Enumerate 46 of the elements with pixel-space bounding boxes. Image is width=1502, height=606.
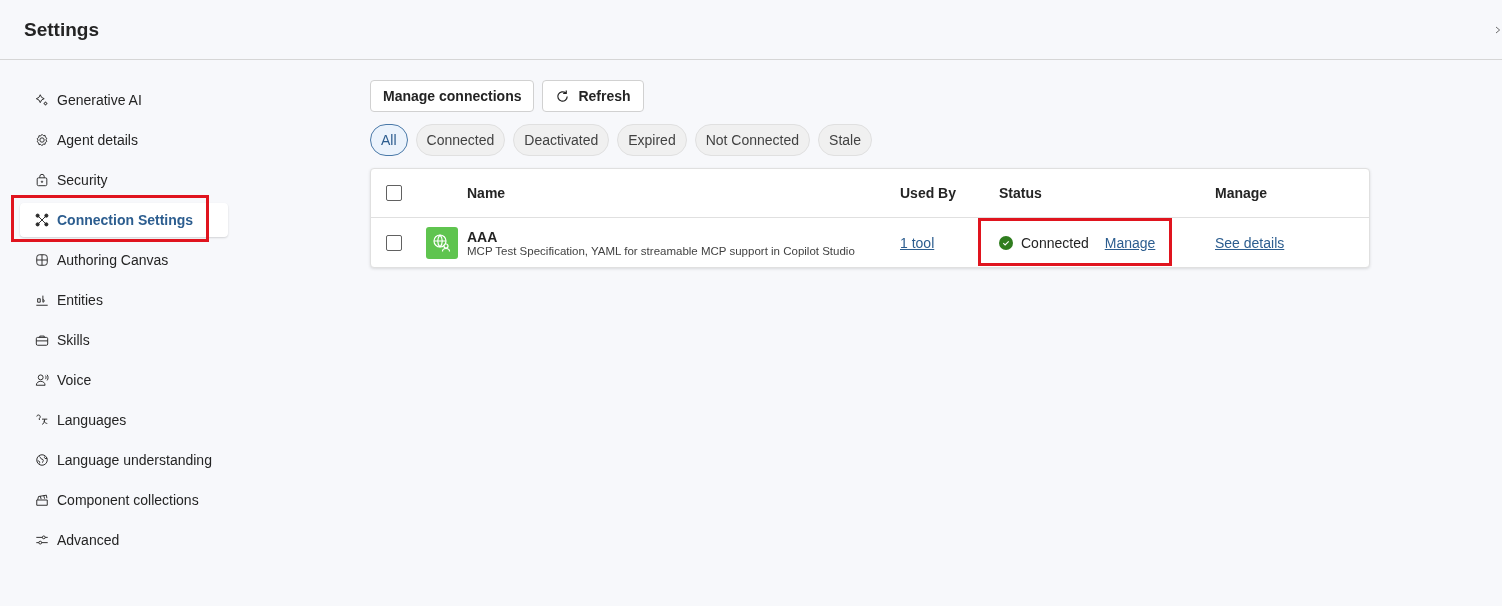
box-icon: [35, 493, 49, 507]
manage-link[interactable]: Manage: [1104, 234, 1156, 251]
used-by-link[interactable]: 1 tool: [900, 234, 935, 251]
sidebar-item[interactable]: Component collections: [20, 483, 228, 517]
network-icon: [35, 213, 49, 227]
column-header: Used By: [900, 185, 957, 201]
column-header: Manage: [1215, 185, 1268, 201]
filter-chip[interactable]: Stale: [818, 124, 872, 156]
sidebar-item[interactable]: Skills: [20, 323, 228, 357]
check-circle-icon: [999, 235, 1013, 250]
manage-connections-button[interactable]: Manage connections: [370, 80, 535, 112]
text-underline-icon: [35, 293, 49, 307]
connection-name: AAA: [467, 228, 499, 245]
globe-person-icon: [426, 226, 458, 259]
column-header: Status: [999, 185, 1042, 201]
sidebar-item[interactable]: Languages: [20, 403, 228, 437]
status-text: Connected: [1021, 234, 1089, 251]
grid-icon: [35, 253, 49, 267]
sliders-icon: [35, 533, 49, 547]
sidebar-item[interactable]: Advanced: [20, 523, 228, 557]
window-title: Settings: [24, 18, 99, 41]
briefcase-icon: [35, 333, 49, 347]
sidebar-item[interactable]: Connection Settings: [20, 203, 228, 237]
lock-icon: [35, 173, 49, 187]
sidebar-item[interactable]: Authoring Canvas: [20, 243, 228, 277]
filter-chip[interactable]: Connected: [415, 124, 506, 156]
sidebar-item[interactable]: Voice: [20, 363, 228, 397]
sidebar-item[interactable]: Security: [20, 163, 228, 197]
sidebar-item[interactable]: Language understanding: [20, 443, 228, 477]
gear-icon: [35, 133, 49, 147]
sidebar-item[interactable]: Agent details: [20, 123, 228, 157]
refresh-button[interactable]: Refresh: [542, 80, 644, 112]
filter-chip[interactable]: Deactivated: [513, 124, 610, 156]
sidebar-item[interactable]: Entities: [20, 283, 228, 317]
sidebar-item[interactable]: Generative AI: [20, 83, 228, 117]
column-header: Name: [467, 185, 506, 201]
filter-chip[interactable]: All: [370, 124, 408, 156]
refresh-icon: [555, 88, 571, 104]
see-details-link[interactable]: See details: [1215, 234, 1285, 251]
row-checkbox[interactable]: [386, 234, 402, 251]
person-voice-icon: [35, 373, 49, 387]
select-all-checkbox[interactable]: [386, 185, 402, 201]
sparkle-icon: [35, 93, 49, 107]
filter-chip[interactable]: Expired: [617, 124, 687, 156]
filter-chip[interactable]: Not Connected: [694, 124, 811, 156]
connection-description: MCP Test Specification, YAML for streamable MCP support in Copilot Studio: [467, 244, 856, 257]
